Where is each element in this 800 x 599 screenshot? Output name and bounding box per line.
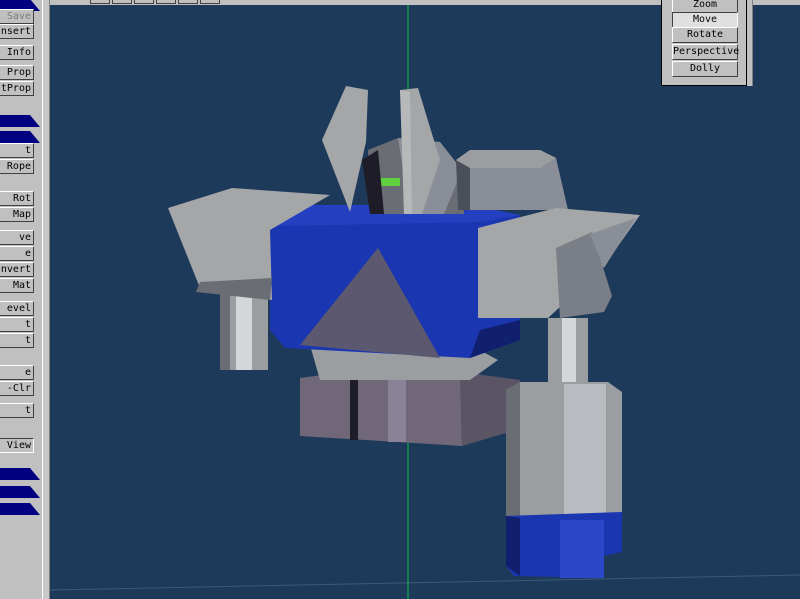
model-right-shoulder [478, 208, 640, 318]
viewport-canvas [50, 5, 800, 599]
toolbar-tab[interactable] [178, 0, 198, 4]
camera-dolly-button[interactable]: Dolly [672, 61, 738, 77]
toolbar-button-9[interactable]: ve [0, 230, 34, 245]
toolbar-button-2[interactable]: Info [0, 45, 34, 60]
toolbar-section-banner [0, 483, 40, 498]
toolbar-button-4[interactable]: tProp [0, 81, 34, 96]
toolbar-button-16[interactable]: e [0, 365, 34, 380]
toolbar-button-19[interactable]: View [0, 438, 34, 453]
toolbar-section-banner [0, 128, 40, 143]
toolbar-section-banner [0, 465, 40, 480]
grid-line [50, 574, 800, 591]
toolbar-button-14[interactable]: t [0, 317, 34, 332]
toolbar-button-1[interactable]: Insert [0, 24, 34, 39]
toolbar-button-3[interactable]: Prop [0, 65, 34, 80]
toolbar-tab[interactable] [200, 0, 220, 4]
camera-panel: Zoom Move Rotate Perspective Dolly [661, 0, 747, 86]
toolbar-button-7[interactable]: Rot [0, 191, 34, 206]
model-right-arm-upper [548, 318, 588, 392]
toolbar-button-13[interactable]: evel [0, 301, 34, 316]
toolbar-button-8[interactable]: Map [0, 207, 34, 222]
model-right-foot [506, 382, 622, 578]
toolbar-button-5[interactable]: t [0, 143, 34, 158]
toolbar-tab[interactable] [90, 0, 110, 4]
toolbar-divider[interactable] [42, 0, 50, 599]
toolbar-section-banner [0, 500, 40, 515]
toolbar-button-18[interactable]: t [0, 403, 34, 418]
toolbar-tab[interactable] [134, 0, 154, 4]
camera-perspective-button[interactable]: Perspective [672, 44, 739, 60]
model-back-tank [456, 150, 568, 210]
camera-panel-edge [747, 0, 753, 86]
toolbar-button-0[interactable]: Save [0, 9, 34, 24]
toolbar-section-banner [0, 0, 40, 11]
toolbar-button-11[interactable]: nvert [0, 262, 34, 277]
toolbar-button-12[interactable]: Mat [0, 278, 34, 293]
toolbar-tab[interactable] [156, 0, 176, 4]
toolbar-button-6[interactable]: Rope [0, 159, 34, 174]
toolbar-button-17[interactable]: -Clr [0, 381, 34, 396]
toolbar-button-15[interactable]: t [0, 333, 34, 348]
model-hip [300, 370, 520, 446]
3d-viewport[interactable] [50, 5, 800, 599]
model-left-arm [220, 292, 268, 370]
toolbar-section-banner [0, 112, 40, 127]
camera-rotate-button[interactable]: Rotate [672, 27, 738, 43]
toolbar-tab[interactable] [112, 0, 132, 4]
toolbar-button-10[interactable]: e [0, 246, 34, 261]
left-toolbar: SaveInsertInfoProptProptRopeRotMapveenve… [0, 0, 42, 599]
camera-move-button[interactable]: Move [672, 12, 738, 28]
